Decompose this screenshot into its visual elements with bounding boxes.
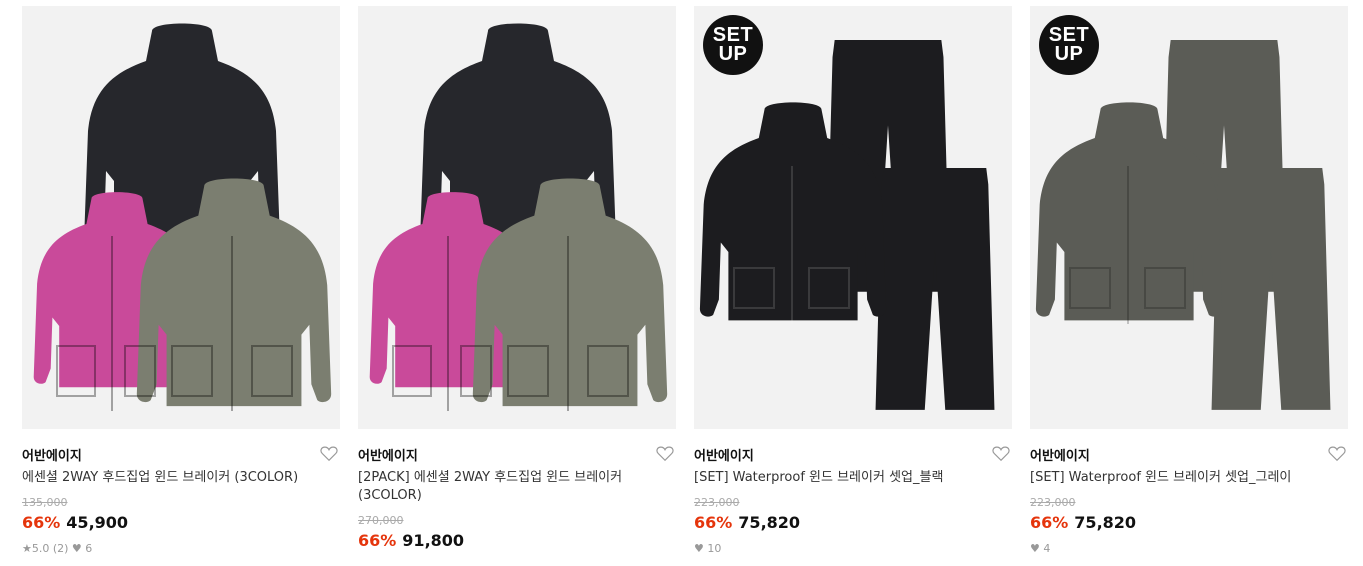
original-price: 223,000 [694,496,740,509]
brand-name[interactable]: 어반에이지 [1030,445,1090,464]
setup-badge: SET UP [703,15,763,75]
price-row: 66% 75,820 [1030,513,1136,532]
price-row: 66% 91,800 [358,531,464,550]
product-grid: 어반에이지 에센셜 2WAY 후드집업 윈드 브레이커 (3COLOR) 135… [0,0,1363,555]
review-meta: ★5.0 (2) ♥ 6 [22,542,93,555]
sale-price: 75,820 [1074,513,1137,532]
setup-badge: SET UP [1039,15,1099,75]
product-name[interactable]: [SET] Waterproof 윈드 브레이커 셋업_블랙 [694,469,984,487]
heart-outline-icon[interactable] [992,445,1010,462]
sale-price: 91,800 [402,531,465,550]
product-name[interactable]: [2PACK] 에센셜 2WAY 후드집업 윈드 브레이커 (3COLOR) [358,469,648,505]
review-meta: ♥ 10 [694,542,722,555]
price-row: 66% 75,820 [694,513,800,532]
heart-outline-icon[interactable] [1328,445,1346,462]
product-card[interactable]: SET UP 어반에이지 [SET] Waterproof 윈드 브레이커 셋업… [694,6,1012,566]
original-price: 223,000 [1030,496,1076,509]
heart-outline-icon[interactable] [656,445,674,462]
discount-rate: 66% [22,513,61,532]
windbreaker-trio-illustration [369,23,668,411]
brand-name[interactable]: 어반에이지 [22,445,82,464]
brand-name[interactable]: 어반에이지 [358,445,418,464]
product-image[interactable] [22,6,340,429]
windbreaker-trio-illustration [33,23,332,411]
product-name[interactable]: 에센셜 2WAY 후드집업 윈드 브레이커 (3COLOR) [22,469,312,487]
discount-rate: 66% [694,513,733,532]
product-name[interactable]: [SET] Waterproof 윈드 브레이커 셋업_그레이 [1030,469,1320,487]
product-image[interactable]: SET UP [1030,6,1348,429]
discount-rate: 66% [1030,513,1069,532]
original-price: 135,000 [22,496,68,509]
brand-name[interactable]: 어반에이지 [694,445,754,464]
sale-price: 75,820 [738,513,801,532]
product-image[interactable] [358,6,676,429]
review-meta: ♥ 4 [1030,542,1051,555]
product-card[interactable]: 어반에이지 에센셜 2WAY 후드집업 윈드 브레이커 (3COLOR) 135… [22,6,340,566]
product-card[interactable]: 어반에이지 [2PACK] 에센셜 2WAY 후드집업 윈드 브레이커 (3CO… [358,6,676,566]
heart-outline-icon[interactable] [320,445,338,462]
badge-line: UP [718,43,748,65]
product-card[interactable]: SET UP 어반에이지 [SET] Waterproof 윈드 브레이커 셋업… [1030,6,1348,566]
price-row: 66% 45,900 [22,513,128,532]
discount-rate: 66% [358,531,397,550]
product-image[interactable]: SET UP [694,6,1012,429]
badge-line: UP [1054,43,1084,65]
sale-price: 45,900 [66,513,129,532]
original-price: 270,000 [358,514,404,527]
